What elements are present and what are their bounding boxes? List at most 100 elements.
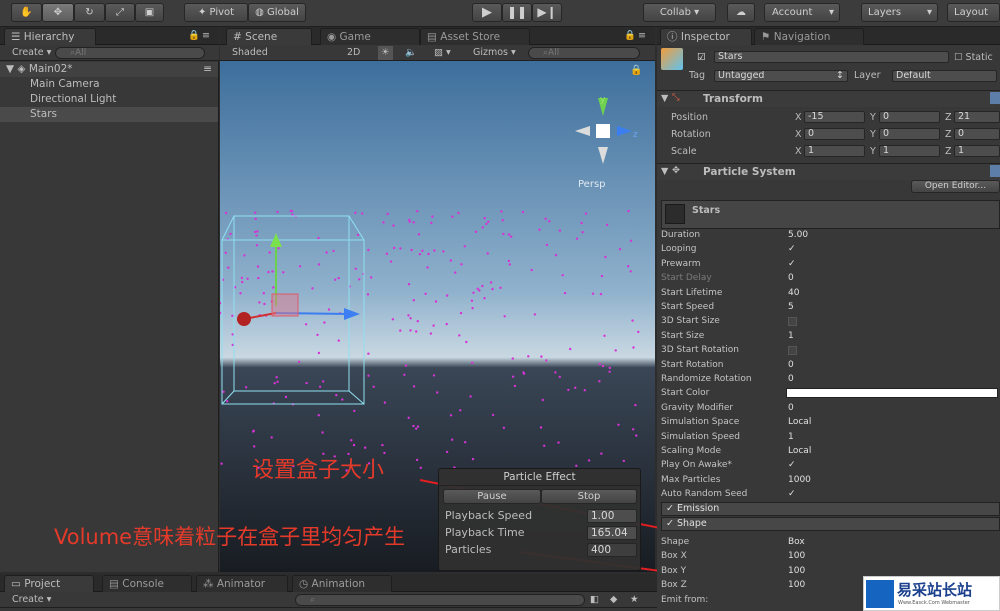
- particle-prop-row[interactable]: Auto Random Seed ✓: [661, 487, 1000, 501]
- move-tool-button[interactable]: ✥: [42, 3, 74, 22]
- favorites-icon[interactable]: ★: [630, 593, 639, 607]
- particle-prop-row[interactable]: Simulation Space Local: [661, 415, 1000, 429]
- transform-header[interactable]: ▼ ⤡ Transform: [657, 90, 1000, 107]
- particle-prop-row[interactable]: Start Rotation 0: [661, 358, 1000, 372]
- particle-prop-row[interactable]: 3D Start Rotation: [661, 343, 1000, 357]
- project-search-input[interactable]: ⌕: [295, 594, 585, 606]
- lock-icon[interactable]: 🔒: [624, 29, 636, 43]
- scale-tool-button[interactable]: ⤢: [105, 3, 135, 22]
- particle-prop-row[interactable]: Max Particles 1000: [661, 473, 1000, 487]
- transform-z-field[interactable]: 0: [954, 128, 1000, 140]
- particle-prop-row[interactable]: Looping ✓: [661, 242, 1000, 256]
- transform-x-field[interactable]: -15: [804, 111, 865, 123]
- persp-label[interactable]: Persp: [578, 179, 606, 190]
- lock-icon[interactable]: 🔒: [188, 29, 200, 43]
- playback-speed-field[interactable]: 1.00: [587, 509, 637, 523]
- step-button[interactable]: ▶❙: [532, 3, 562, 22]
- help-icon[interactable]: [990, 92, 1000, 104]
- tab-console[interactable]: ▤ Console: [102, 575, 192, 592]
- panel-menu-icon[interactable]: ≡: [202, 29, 210, 43]
- tab-game[interactable]: ◉ Game: [320, 28, 420, 45]
- create-dropdown[interactable]: Create ▾: [12, 46, 51, 60]
- stop-effect-button[interactable]: Stop: [541, 489, 637, 504]
- cloud-button[interactable]: ☁: [727, 3, 755, 22]
- active-checkbox[interactable]: ☑: [697, 52, 706, 63]
- hierarchy-item-main-camera[interactable]: Main Camera: [0, 77, 218, 92]
- emission-module-header[interactable]: ✓ Emission: [661, 502, 1000, 516]
- particle-prop-row[interactable]: Gravity Modifier 0: [661, 401, 1000, 415]
- hand-tool-button[interactable]: ✋: [11, 3, 42, 22]
- transform-y-field[interactable]: 0: [879, 111, 940, 123]
- particle-prop-row[interactable]: Prewarm ✓: [661, 257, 1000, 271]
- transform-y-field[interactable]: 1: [879, 145, 940, 157]
- playback-time-field[interactable]: 165.04: [587, 526, 637, 540]
- particle-prop-row[interactable]: Start Lifetime 40: [661, 286, 1000, 300]
- shading-mode-dropdown[interactable]: Shaded: [232, 46, 268, 60]
- transform-z-field[interactable]: 1: [954, 145, 1000, 157]
- gizmos-dropdown[interactable]: Gizmos ▾: [473, 46, 516, 60]
- shape-row[interactable]: Shape Box: [661, 535, 1000, 549]
- help-icon[interactable]: [990, 165, 1000, 177]
- transform-y-field[interactable]: 0: [879, 128, 940, 140]
- hierarchy-item-stars[interactable]: Stars: [0, 107, 218, 122]
- pause-button[interactable]: ❚❚: [502, 3, 532, 22]
- lock-icon[interactable]: 🔒: [630, 64, 642, 76]
- collab-dropdown[interactable]: Collab ▾: [643, 3, 716, 22]
- filter-type-icon[interactable]: ◧: [590, 593, 599, 607]
- tab-navigation[interactable]: ⚑ Navigation: [754, 28, 864, 45]
- tab-hierarchy[interactable]: ☰ Hierarchy: [4, 28, 96, 45]
- layout-dropdown[interactable]: Layout: [947, 3, 1000, 22]
- scene-menu-icon[interactable]: ≡: [203, 62, 212, 77]
- particle-prop-row[interactable]: Simulation Speed 1: [661, 430, 1000, 444]
- box-x-row[interactable]: Box X 100: [661, 549, 1000, 563]
- play-button[interactable]: ▶: [472, 3, 502, 22]
- pivot-button[interactable]: ✦ Pivot: [184, 3, 248, 22]
- particle-prop-row[interactable]: Start Size 1: [661, 329, 1000, 343]
- hierarchy-search-input[interactable]: ⌕All: [55, 47, 205, 59]
- particle-prop-row[interactable]: Start Color: [661, 386, 1000, 400]
- particle-module-header[interactable]: Stars: [661, 200, 1000, 229]
- particle-system-header[interactable]: ▼ ✥ Particle System: [657, 163, 1000, 180]
- transform-z-field[interactable]: 21: [954, 111, 1000, 123]
- particle-prop-row[interactable]: Play On Awake* ✓: [661, 458, 1000, 472]
- layer-dropdown[interactable]: Default: [892, 70, 997, 82]
- particle: [262, 292, 265, 295]
- transform-x-field[interactable]: 0: [804, 128, 865, 140]
- particle-prop-row[interactable]: Start Speed 5: [661, 300, 1000, 314]
- particle-prop-row[interactable]: Start Delay 0: [661, 271, 1000, 285]
- transform-x-field[interactable]: 1: [804, 145, 865, 157]
- particle-prop-row[interactable]: Scaling Mode Local: [661, 444, 1000, 458]
- static-checkbox[interactable]: ☐ Static: [954, 52, 993, 63]
- tab-inspector[interactable]: ⓘ Inspector: [660, 28, 752, 45]
- tab-animator[interactable]: ⁂ Animator: [196, 575, 288, 592]
- effects-toggle-icon[interactable]: ▨ ▾: [434, 46, 451, 60]
- global-button[interactable]: ◍ Global: [248, 3, 306, 22]
- account-dropdown[interactable]: Account ▾: [764, 3, 840, 22]
- tag-dropdown[interactable]: Untagged ↕: [714, 70, 848, 82]
- mode-2d-toggle[interactable]: 2D: [347, 46, 360, 60]
- lighting-toggle-icon[interactable]: ☀: [378, 46, 393, 60]
- open-editor-button[interactable]: Open Editor...: [911, 180, 1000, 193]
- rotate-tool-button[interactable]: ↻: [74, 3, 105, 22]
- scene-row[interactable]: ▼ ◈ Main02* ≡: [0, 62, 218, 77]
- rect-tool-button[interactable]: ▣: [135, 3, 164, 22]
- audio-toggle-icon[interactable]: 🔈: [405, 46, 417, 60]
- particle-prop-row[interactable]: Randomize Rotation 0: [661, 372, 1000, 386]
- pause-effect-button[interactable]: Pause: [443, 489, 541, 504]
- object-name-field[interactable]: Stars: [714, 51, 949, 63]
- tab-project[interactable]: ▭ Project: [4, 575, 94, 592]
- panel-menu-icon[interactable]: ≡: [638, 29, 646, 43]
- particle-prop-row[interactable]: 3D Start Size: [661, 314, 1000, 328]
- tab-animation[interactable]: ◷ Animation: [292, 575, 392, 592]
- tab-asset-store[interactable]: ▤ Asset Store: [420, 28, 530, 45]
- layers-dropdown[interactable]: Layers ▾: [861, 3, 938, 22]
- filter-label-icon[interactable]: ◆: [610, 593, 617, 607]
- tab-scene[interactable]: # Scene: [226, 28, 312, 45]
- console-icon: ▤: [109, 578, 119, 590]
- shape-module-header[interactable]: ✓ Shape: [661, 517, 1000, 531]
- hierarchy-item-directional-light[interactable]: Directional Light: [0, 92, 218, 107]
- particle-prop-row[interactable]: Duration 5.00: [661, 228, 1000, 242]
- project-create-dropdown[interactable]: Create ▾: [12, 593, 51, 607]
- transform-label: Position: [671, 112, 708, 123]
- scene-search-input[interactable]: ⌕All: [528, 47, 640, 59]
